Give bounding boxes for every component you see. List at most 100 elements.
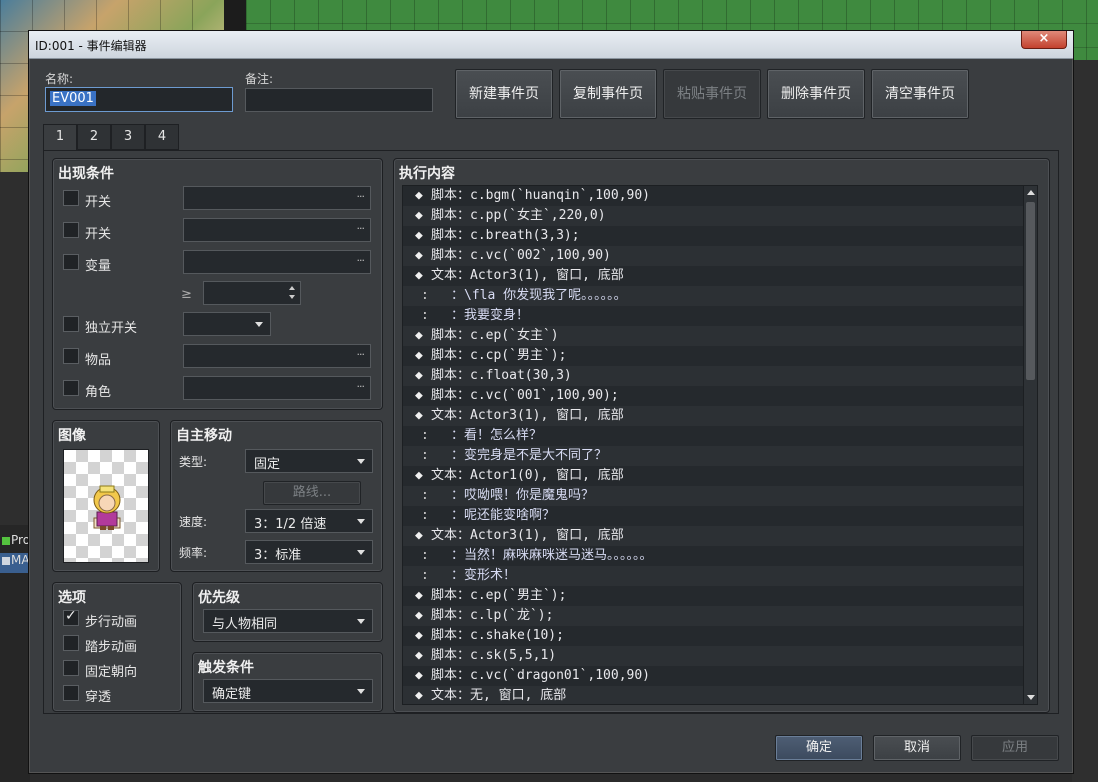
vertical-scrollbar[interactable] <box>1023 186 1037 704</box>
through-checkbox[interactable] <box>63 685 79 701</box>
continuation-marker: : <box>421 428 429 443</box>
clear-page-button[interactable]: 清空事件页 <box>871 69 969 119</box>
command-row[interactable]: ◆ 脚本：c.bgm(`huanqin`,100,90) <box>403 186 1025 206</box>
command-row[interactable]: ◆ 脚本：c.ep(`女主`) <box>403 326 1025 346</box>
move-type-select[interactable]: 固定 <box>245 449 373 473</box>
self-switch-checkbox[interactable] <box>63 316 79 332</box>
variable-checkbox[interactable] <box>63 254 79 270</box>
character-sprite <box>93 485 121 530</box>
map-tree-map[interactable]: MA <box>0 553 30 573</box>
trigger-title: 触发条件 <box>198 660 254 676</box>
command-row[interactable]: ◆ 脚本：c.vc(`001`,100,90); <box>403 386 1025 406</box>
tab-page-1[interactable]: 1 <box>43 124 77 151</box>
event-image-preview[interactable] <box>63 449 149 563</box>
chevron-down-icon <box>357 689 365 694</box>
text-line-row[interactable]: : ：变形术！ <box>403 566 1025 586</box>
actor-selector[interactable]: ··· <box>183 376 371 400</box>
switch1-checkbox[interactable] <box>63 190 79 206</box>
map-tree-project[interactable]: Pro <box>0 533 30 553</box>
command-row[interactable]: ◆ 文本：Actor3(1), 窗口, 底部 <box>403 266 1025 286</box>
command-row[interactable]: ◆ 脚本：c.breath(3,3); <box>403 226 1025 246</box>
fixed-dir-checkbox[interactable] <box>63 660 79 676</box>
text-line-row[interactable]: : ：看！怎么样？ <box>403 426 1025 446</box>
command-text: 脚本：c.float(30,3) <box>431 368 572 383</box>
command-row[interactable]: ◆ 文本：Actor3(1), 窗口, 底部 <box>403 526 1025 546</box>
name-input[interactable]: EV001 <box>45 87 233 112</box>
text-line-row[interactable]: : ：变完身是不是大不同了？ <box>403 446 1025 466</box>
tab-page-2[interactable]: 2 <box>77 124 111 150</box>
image-title: 图像 <box>58 428 86 444</box>
command-text: 脚本：c.breath(3,3); <box>431 228 580 243</box>
command-row[interactable]: ◆ 脚本：c.shake(10); <box>403 626 1025 646</box>
command-row[interactable]: ◆ 脚本：c.ep(`男主`); <box>403 586 1025 606</box>
chevron-down-icon <box>357 619 365 624</box>
ok-button[interactable]: 确定 <box>775 735 863 761</box>
command-row[interactable]: ◆ 脚本：c.vc(`dragon01`,100,90) <box>403 666 1025 686</box>
spin-down-icon[interactable] <box>289 295 295 299</box>
continuation-marker: : <box>421 548 429 563</box>
variable-value-spinner[interactable] <box>203 281 301 305</box>
map-tree[interactable]: Pro MA <box>0 525 30 782</box>
walk-anim-checkbox[interactable]: ✓ <box>63 608 79 626</box>
command-list[interactable]: ◆ 脚本：c.bgm(`huanqin`,100,90) ◆ 脚本：c.pp(`女主`… <box>402 185 1038 705</box>
command-row[interactable]: ◆ 脚本：c.vc(`002`,100,90) <box>403 246 1025 266</box>
move-type-label: 类型: <box>179 455 208 469</box>
close-icon: × <box>1038 31 1050 46</box>
item-checkbox[interactable] <box>63 348 79 364</box>
command-row[interactable]: ◆ 文本：Actor3(1), 窗口, 底部 <box>403 406 1025 426</box>
text-line-row[interactable]: : ：哎呦喂！你是魔鬼吗？ <box>403 486 1025 506</box>
command-text: 脚本：c.sk(5,5,1) <box>431 648 557 663</box>
self-switch-label: 独立开关 <box>85 321 138 336</box>
text-line-row[interactable]: : ：当然！麻咪麻咪迷马迷马。。。。。。 <box>403 546 1025 566</box>
command-row[interactable]: ◆ 脚本：c.float(30,3) <box>403 366 1025 386</box>
scroll-thumb[interactable] <box>1026 202 1035 380</box>
command-row[interactable]: ◆ 文本：无, 窗口, 底部 <box>403 686 1025 704</box>
step-anim-checkbox[interactable] <box>63 635 79 651</box>
close-button[interactable]: × <box>1021 31 1067 49</box>
command-row[interactable]: ◆ 文本：Actor1(0), 窗口, 底部 <box>403 466 1025 486</box>
switch2-label: 开关 <box>85 227 112 242</box>
text-line-row[interactable]: : ：呢还能变啥啊？ <box>403 506 1025 526</box>
text-line-row[interactable]: : ：我要变身！ <box>403 306 1025 326</box>
scroll-up-icon[interactable] <box>1027 190 1035 195</box>
frequency-select[interactable]: 3：标准 <box>245 540 373 564</box>
command-text: 文本：Actor3(1), 窗口, 底部 <box>431 268 624 283</box>
diamond-icon: ◆ <box>415 628 423 643</box>
command-text: 脚本：c.vc(`002`,100,90) <box>431 248 611 263</box>
diamond-icon: ◆ <box>415 328 423 343</box>
text-line-row[interactable]: : ：\fla 你发现我了呢。。。。。。 <box>403 286 1025 306</box>
switch2-selector[interactable]: ··· <box>183 218 371 242</box>
priority-select[interactable]: 与人物相同 <box>203 609 373 633</box>
apply-button[interactable]: 应用 <box>971 735 1059 761</box>
command-row[interactable]: ◆ 脚本：c.lp(`龙`); <box>403 606 1025 626</box>
variable-selector[interactable]: ··· <box>183 250 371 274</box>
switch1-selector[interactable]: ··· <box>183 186 371 210</box>
conditions-group: 出现条件 开关 ··· 开关 ··· 变量 ··· ≥ 独立开关 物品 ··· … <box>52 158 383 410</box>
trigger-select[interactable]: 确定键 <box>203 679 373 703</box>
item-selector[interactable]: ··· <box>183 344 371 368</box>
paste-page-button[interactable]: 粘贴事件页 <box>663 69 761 119</box>
command-row[interactable]: ◆ 脚本：c.pp(`女主`,220,0) <box>403 206 1025 226</box>
route-button[interactable]: 路线... <box>263 481 361 505</box>
spin-up-icon[interactable] <box>289 286 295 290</box>
delete-page-button[interactable]: 删除事件页 <box>767 69 865 119</box>
ellipsis-icon: ··· <box>356 380 365 393</box>
image-group: 图像 <box>52 420 160 572</box>
cancel-button[interactable]: 取消 <box>873 735 961 761</box>
copy-page-button[interactable]: 复制事件页 <box>559 69 657 119</box>
speed-label: 速度: <box>179 515 208 529</box>
self-switch-selector[interactable] <box>183 312 271 336</box>
command-row[interactable]: ◆ 脚本：c.cp(`男主`); <box>403 346 1025 366</box>
tab-page-4[interactable]: 4 <box>145 124 179 150</box>
scroll-down-icon[interactable] <box>1027 695 1035 700</box>
actor-checkbox[interactable] <box>63 380 79 396</box>
command-text: 文本：Actor3(1), 窗口, 底部 <box>431 528 624 543</box>
priority-value: 与人物相同 <box>212 617 278 632</box>
switch2-checkbox[interactable] <box>63 222 79 238</box>
tab-page-3[interactable]: 3 <box>111 124 145 150</box>
speed-select[interactable]: 3：1/2 倍速 <box>245 509 373 533</box>
diamond-icon: ◆ <box>415 528 423 543</box>
command-row[interactable]: ◆ 脚本：c.sk(5,5,1) <box>403 646 1025 666</box>
new-page-button[interactable]: 新建事件页 <box>455 69 553 119</box>
note-input[interactable] <box>245 88 433 112</box>
